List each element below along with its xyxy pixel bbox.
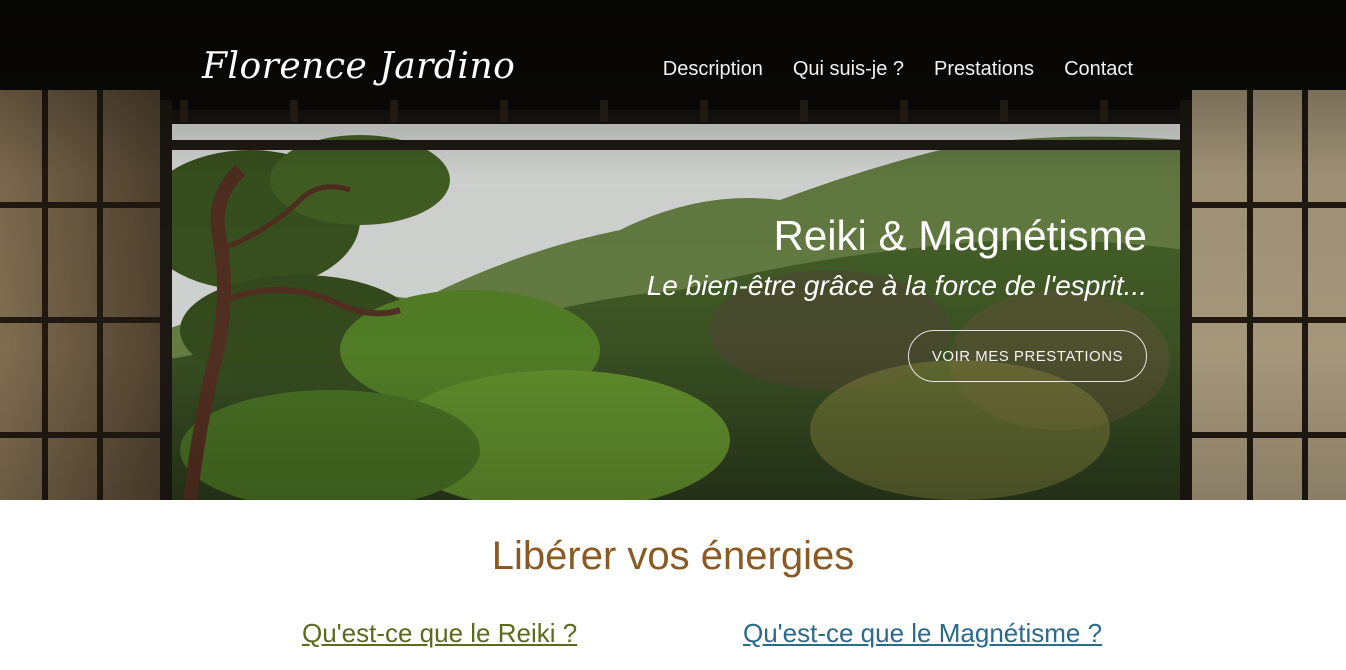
nav-item-contact[interactable]: Contact <box>1064 58 1133 81</box>
voir-prestations-button[interactable]: VOIR MES PRESTATIONS <box>908 330 1147 382</box>
main-nav: Description Qui suis-je ? Prestations Co… <box>663 58 1133 81</box>
nav-item-prestations[interactable]: Prestations <box>934 58 1034 81</box>
nav-item-qui-suis-je[interactable]: Qui suis-je ? <box>793 58 904 81</box>
hero-subtitle: Le bien-être grâce à la force de l'espri… <box>646 270 1147 301</box>
nav-item-description[interactable]: Description <box>663 58 763 81</box>
hero-banner: Florence Jardino Description Qui suis-je… <box>0 0 1346 500</box>
hero-title: Reiki & Magnétisme <box>773 212 1147 259</box>
site-logo[interactable]: Florence Jardino <box>202 46 515 87</box>
reiki-link[interactable]: Qu'est-ce que le Reiki ? <box>302 618 577 649</box>
section-title: Libérer vos énergies <box>491 534 855 578</box>
magnetisme-link[interactable]: Qu'est-ce que le Magnétisme ? <box>743 618 1102 649</box>
